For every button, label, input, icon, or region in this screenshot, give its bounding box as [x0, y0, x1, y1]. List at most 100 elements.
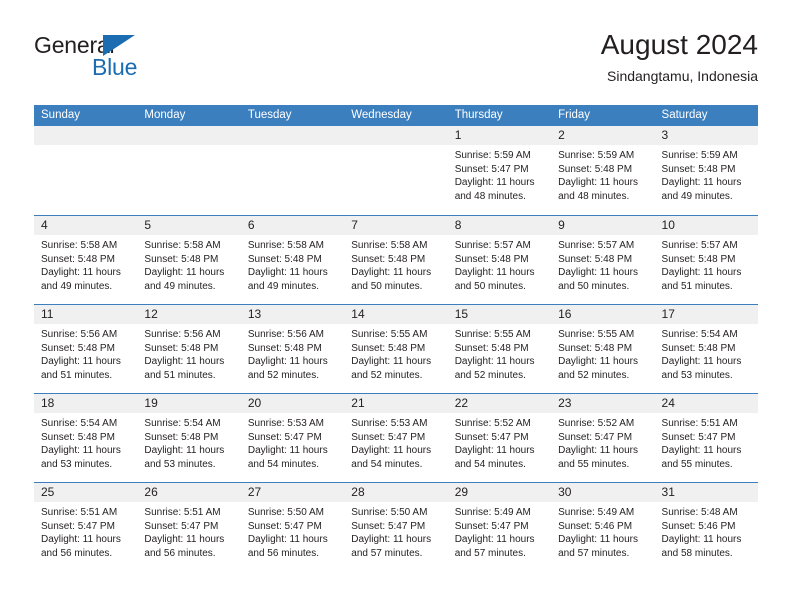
calendar-grid: Sunday Monday Tuesday Wednesday Thursday Frid…	[34, 105, 758, 571]
sunset-text: Sunset: 5:48 PM	[454, 253, 529, 265]
daylight-text: Daylight: 11 hours and 55 minutes.	[558, 445, 638, 470]
sunrise-text: Sunrise: 5:56 AM	[247, 329, 324, 340]
day-cell-4[interactable]: 4 Sunrise: 5:58 AM Sunset: 5:48 PM Daylight…	[34, 216, 138, 304]
day-cell-14[interactable]: 14 Sunrise: 5:55 AM Sunset: 5:48 PM Dayligh…	[344, 305, 448, 393]
sunrise-text: Sunrise: 5:59 AM	[558, 150, 635, 161]
daylight-text: Daylight: 11 hours and 57 minutes.	[558, 534, 638, 559]
sunrise-text: Sunrise: 5:48 AM	[661, 507, 738, 518]
day-cell-20[interactable]: 20 Sunrise: 5:53 AM Sunset: 5:47 PM Dayligh…	[240, 394, 345, 482]
day-sun-info: Sunrise: 5:50 AM Sunset: 5:47 PM Daylight:…	[344, 502, 447, 560]
day-cell-6[interactable]: 6 Sunrise: 5:58 AM Sunset: 5:48 PM Daylight…	[240, 216, 345, 304]
sunset-text: Sunset: 5:48 PM	[558, 163, 633, 175]
day-cell-18[interactable]: 18 Sunrise: 5:54 AM Sunset: 5:48 PM Dayligh…	[34, 394, 138, 482]
day-cell-22[interactable]: 22 Sunrise: 5:52 AM Sunset: 5:47 PM Dayligh…	[447, 394, 552, 482]
day-cell-12[interactable]: 12 Sunrise: 5:56 AM Sunset: 5:48 PM Dayligh…	[137, 305, 241, 393]
daylight-text: Daylight: 11 hours and 54 minutes.	[351, 445, 432, 470]
day-cell-13[interactable]: 13 Sunrise: 5:56 AM Sunset: 5:48 PM Dayligh…	[240, 305, 345, 393]
day-sun-info: Sunrise: 5:59 AM Sunset: 5:47 PM Daylight:…	[448, 145, 551, 203]
day-cell-30[interactable]: 30 Sunrise: 5:49 AM Sunset: 5:46 PM Dayligh…	[551, 483, 655, 571]
daylight-text: Daylight: 11 hours and 52 minutes.	[351, 356, 432, 381]
sunrise-text: Sunrise: 5:49 AM	[558, 507, 635, 518]
sunrise-text: Sunrise: 5:51 AM	[144, 507, 221, 518]
sunset-text: Sunset: 5:47 PM	[247, 520, 322, 532]
day-number: 7	[344, 216, 448, 235]
sunrise-text: Sunrise: 5:56 AM	[144, 329, 221, 340]
day-cell-25[interactable]: 25 Sunrise: 5:51 AM Sunset: 5:47 PM Dayligh…	[34, 483, 138, 571]
sunset-text: Sunset: 5:48 PM	[247, 253, 322, 265]
day-cell-31[interactable]: 31 Sunrise: 5:48 AM Sunset: 5:46 PM Dayligh…	[654, 483, 758, 571]
calendar-weeks: 1 Sunrise: 5:59 AM Sunset: 5:47 PM Daylight…	[34, 126, 758, 571]
day-cell-5[interactable]: 5 Sunrise: 5:58 AM Sunset: 5:48 PM Daylight…	[137, 216, 241, 304]
day-cell-19[interactable]: 19 Sunrise: 5:54 AM Sunset: 5:48 PM Dayligh…	[137, 394, 241, 482]
day-number: 20	[240, 394, 345, 413]
day-cell-empty[interactable]	[34, 126, 138, 215]
sunset-text: Sunset: 5:48 PM	[661, 342, 736, 354]
day-number	[137, 126, 241, 145]
daylight-text: Daylight: 11 hours and 53 minutes.	[661, 356, 742, 381]
day-cell-23[interactable]: 23 Sunrise: 5:52 AM Sunset: 5:47 PM Dayligh…	[551, 394, 655, 482]
day-number: 4	[34, 216, 138, 235]
day-sun-info: Sunrise: 5:58 AM Sunset: 5:48 PM Daylight:…	[344, 235, 447, 293]
day-cell-11[interactable]: 11 Sunrise: 5:56 AM Sunset: 5:48 PM Dayligh…	[34, 305, 138, 393]
sunset-text: Sunset: 5:47 PM	[41, 520, 115, 532]
daylight-text: Daylight: 11 hours and 53 minutes.	[144, 445, 225, 470]
day-sun-info: Sunrise: 5:53 AM Sunset: 5:47 PM Daylight:…	[241, 413, 344, 471]
general-blue-logo[interactable]: General Blue	[34, 32, 234, 88]
sunrise-text: Sunrise: 5:52 AM	[558, 418, 635, 429]
day-cell-24[interactable]: 24 Sunrise: 5:51 AM Sunset: 5:47 PM Dayligh…	[654, 394, 758, 482]
day-sun-info: Sunrise: 5:56 AM Sunset: 5:48 PM Daylight:…	[34, 324, 137, 382]
sunrise-text: Sunrise: 5:55 AM	[558, 329, 635, 340]
calendar-week-row: 25 Sunrise: 5:51 AM Sunset: 5:47 PM Dayligh…	[34, 482, 758, 571]
day-cell-8[interactable]: 8 Sunrise: 5:57 AM Sunset: 5:48 PM Daylight…	[447, 216, 552, 304]
sunrise-text: Sunrise: 5:54 AM	[661, 329, 738, 340]
sunrise-text: Sunrise: 5:58 AM	[351, 240, 428, 251]
sunrise-text: Sunrise: 5:57 AM	[558, 240, 635, 251]
sunrise-text: Sunrise: 5:55 AM	[454, 329, 531, 340]
sunrise-text: Sunrise: 5:54 AM	[41, 418, 118, 429]
day-number: 22	[447, 394, 552, 413]
day-number: 31	[654, 483, 758, 502]
sunrise-text: Sunrise: 5:54 AM	[144, 418, 221, 429]
day-cell-21[interactable]: 21 Sunrise: 5:53 AM Sunset: 5:47 PM Dayligh…	[344, 394, 448, 482]
daylight-text: Daylight: 11 hours and 48 minutes.	[558, 177, 638, 202]
daylight-text: Daylight: 11 hours and 52 minutes.	[454, 356, 535, 381]
day-cell-3[interactable]: 3 Sunrise: 5:59 AM Sunset: 5:48 PM Daylight…	[654, 126, 758, 215]
day-cell-15[interactable]: 15 Sunrise: 5:55 AM Sunset: 5:48 PM Dayligh…	[447, 305, 552, 393]
day-cell-empty[interactable]	[240, 126, 345, 215]
day-cell-7[interactable]: 7 Sunrise: 5:58 AM Sunset: 5:48 PM Daylight…	[344, 216, 448, 304]
day-cell-2[interactable]: 2 Sunrise: 5:59 AM Sunset: 5:48 PM Daylight…	[551, 126, 655, 215]
sunset-text: Sunset: 5:48 PM	[144, 253, 219, 265]
day-cell-26[interactable]: 26 Sunrise: 5:51 AM Sunset: 5:47 PM Dayligh…	[137, 483, 241, 571]
day-cell-27[interactable]: 27 Sunrise: 5:50 AM Sunset: 5:47 PM Dayligh…	[240, 483, 345, 571]
day-cell-empty[interactable]	[137, 126, 241, 215]
daylight-text: Daylight: 11 hours and 58 minutes.	[661, 534, 742, 559]
page-header: General Blue August 2024 Sindangtamu, In…	[34, 28, 758, 96]
day-number: 30	[551, 483, 655, 502]
sunrise-text: Sunrise: 5:49 AM	[454, 507, 531, 518]
sunset-text: Sunset: 5:47 PM	[454, 163, 529, 175]
day-number: 9	[551, 216, 655, 235]
day-cell-17[interactable]: 17 Sunrise: 5:54 AM Sunset: 5:48 PM Dayligh…	[654, 305, 758, 393]
day-cell-28[interactable]: 28 Sunrise: 5:50 AM Sunset: 5:47 PM Dayligh…	[344, 483, 448, 571]
day-number: 25	[34, 483, 138, 502]
day-number: 2	[551, 126, 655, 145]
day-cell-9[interactable]: 9 Sunrise: 5:57 AM Sunset: 5:48 PM Daylight…	[551, 216, 655, 304]
day-sun-info: Sunrise: 5:50 AM Sunset: 5:47 PM Daylight:…	[241, 502, 344, 560]
day-number: 23	[551, 394, 655, 413]
day-sun-info: Sunrise: 5:51 AM Sunset: 5:47 PM Daylight:…	[655, 413, 758, 471]
day-cell-1[interactable]: 1 Sunrise: 5:59 AM Sunset: 5:47 PM Daylight…	[447, 126, 552, 215]
logo-triangle-icon	[103, 35, 135, 56]
calendar-week-row: 18 Sunrise: 5:54 AM Sunset: 5:48 PM Dayligh…	[34, 393, 758, 482]
day-cell-16[interactable]: 16 Sunrise: 5:55 AM Sunset: 5:48 PM Dayligh…	[551, 305, 655, 393]
day-cell-10[interactable]: 10 Sunrise: 5:57 AM Sunset: 5:48 PM Dayligh…	[654, 216, 758, 304]
day-sun-info: Sunrise: 5:55 AM Sunset: 5:48 PM Daylight:…	[344, 324, 447, 382]
daylight-text: Daylight: 11 hours and 49 minutes.	[661, 177, 742, 202]
day-cell-empty[interactable]	[344, 126, 448, 215]
daylight-text: Daylight: 11 hours and 57 minutes.	[454, 534, 535, 559]
day-number: 15	[447, 305, 552, 324]
sunset-text: Sunset: 5:47 PM	[558, 431, 633, 443]
sunset-text: Sunset: 5:47 PM	[661, 431, 736, 443]
day-cell-29[interactable]: 29 Sunrise: 5:49 AM Sunset: 5:47 PM Dayligh…	[447, 483, 552, 571]
day-sun-info: Sunrise: 5:53 AM Sunset: 5:47 PM Daylight:…	[344, 413, 447, 471]
sunrise-text: Sunrise: 5:58 AM	[144, 240, 221, 251]
